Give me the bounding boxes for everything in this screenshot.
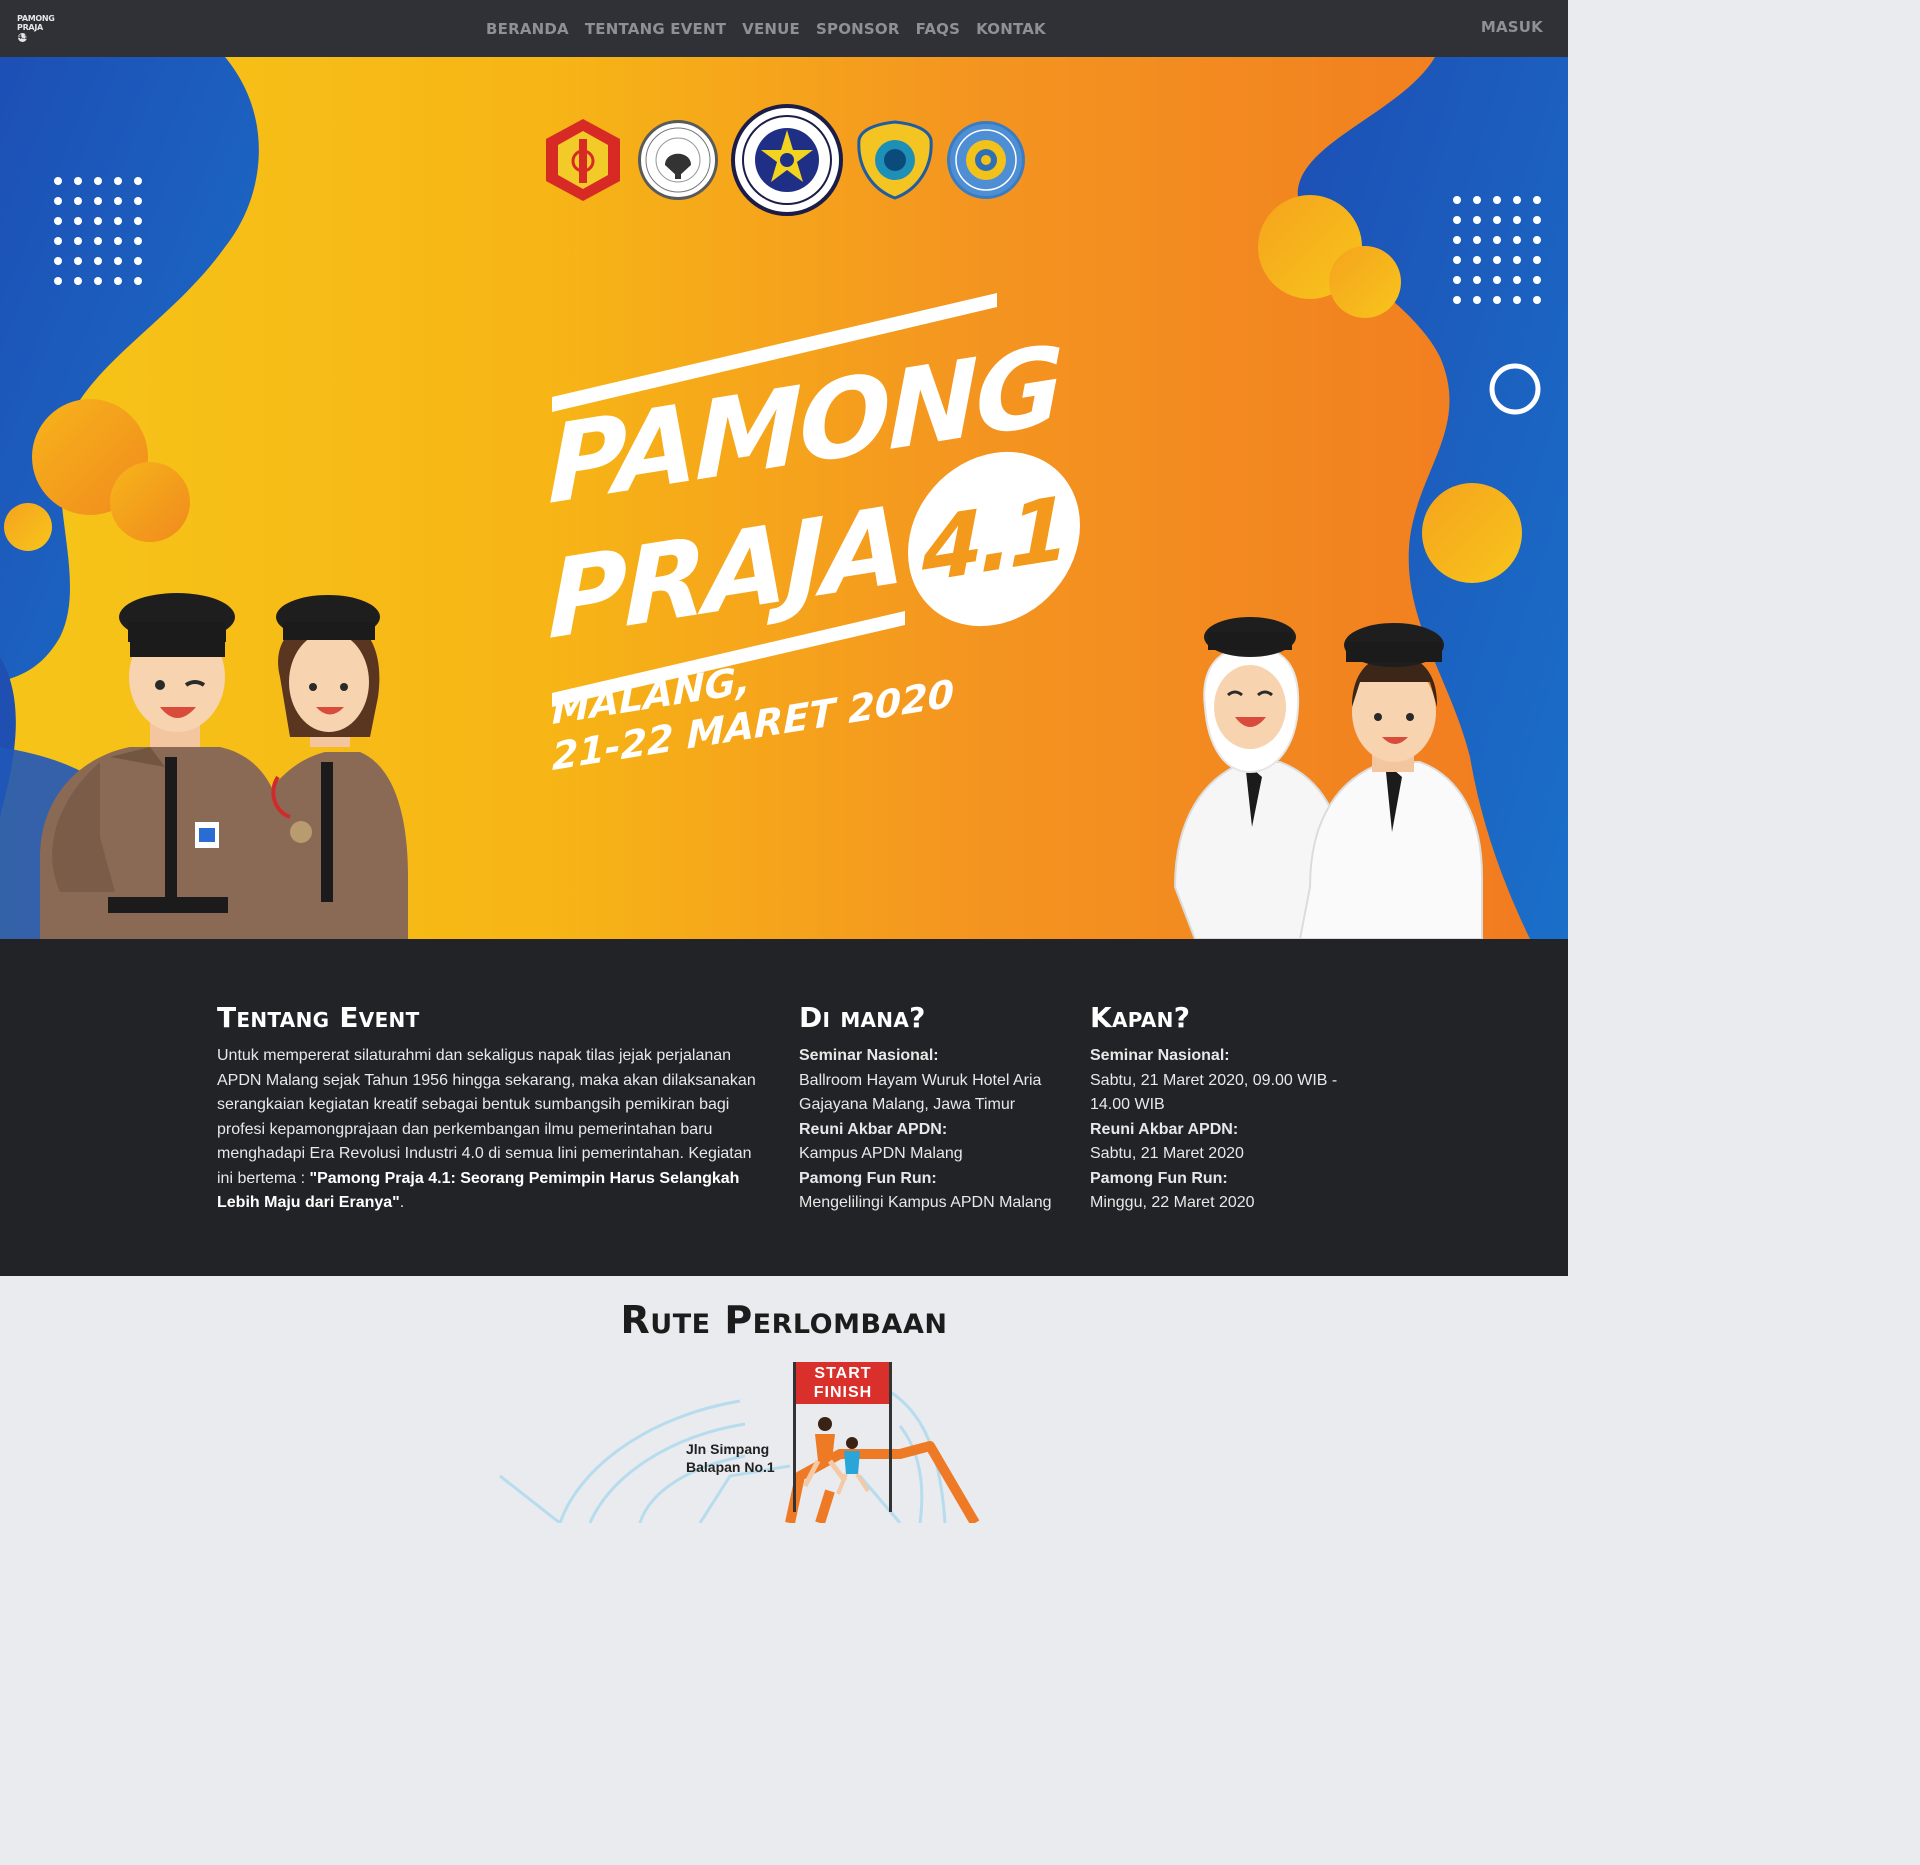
ipdn-seal-icon [947,121,1025,199]
about-body: Untuk mempererat silaturahmi dan sekalig… [217,1047,756,1187]
when-column: Kapan? Seminar Nasional: Sabtu, 21 Maret… [1090,1001,1350,1216]
nav-link-tentang-event[interactable]: Tentang Event [585,20,726,38]
when-heading: Kapan? [1090,1001,1191,1034]
about-text: Untuk mempererat silaturahmi dan sekalig… [217,1044,762,1216]
start-finish-flag: START FINISH [797,1364,889,1402]
where-label-funrun: Pamong Fun Run: [799,1169,937,1187]
version-number: 4.1 [922,476,1066,602]
flag-start-label: START [814,1365,872,1382]
logo-badge: 4.1 [18,33,28,42]
route-section: Rute Perlombaan START FINISH Jln Simpang… [0,1276,1568,1523]
route-heading: Rute Perlombaan [620,1298,948,1342]
street-label: Jln Simpang Balapan No.1 [686,1440,796,1476]
when-value-funrun: Minggu, 22 Maret 2020 [1090,1194,1255,1211]
site-logo[interactable]: PAMONG PRAJA4.1 [17,14,55,42]
partner-logos [540,104,1025,216]
when-label-reuni: Reuni Akbar APDN: [1090,1120,1239,1138]
shield-emblem-icon [855,120,935,200]
where-value-seminar: Ballroom Hayam Wuruk Hotel Aria Gajayana… [799,1071,1042,1114]
nav-link-sponsor[interactable]: Sponsor [816,20,900,38]
event-title: PAMONG PRAJA 4.1 MALANG, 21-22 MARET 202… [548,293,1088,813]
where-value-reuni: Kampus APDN Malang [799,1145,963,1162]
police-emblem-icon [540,117,626,203]
flag-finish-label: FINISH [813,1384,873,1401]
login-link[interactable]: Masuk [1481,18,1543,36]
event-info-section: Tentang Event Untuk mempererat silaturah… [0,939,1568,1276]
nav-link-kontak[interactable]: Kontak [976,20,1046,38]
hero-banner: PAMONG PRAJA 4.1 MALANG, 21-22 MARET 202… [0,57,1568,939]
when-value-reuni: Sabtu, 21 Maret 2020 [1090,1145,1244,1162]
version-badge: 4.1 [908,439,1080,639]
nav-links: Beranda Tentang Event Venue Sponsor FAQs… [486,0,1046,57]
where-column: Di mana? Seminar Nasional: Ballroom Haya… [799,1001,1069,1216]
when-value-seminar: Sabtu, 21 Maret 2020, 09.00 WIB - 14.00 … [1090,1071,1338,1114]
when-label-seminar: Seminar Nasional: [1090,1047,1230,1064]
where-heading: Di mana? [799,1001,926,1034]
officer-female-left [250,595,408,939]
about-column: Tentang Event Untuk mempererat silaturah… [217,1001,762,1216]
street-label-line2: Balapan No.1 [686,1459,775,1475]
nav-link-beranda[interactable]: Beranda [486,20,569,38]
nav-link-faqs[interactable]: FAQs [916,20,961,38]
street-label-line1: Jln Simpang [686,1441,770,1457]
about-heading: Tentang Event [217,1001,420,1034]
where-value-funrun: Mengelilingi Kampus APDN Malang [799,1194,1052,1211]
when-label-funrun: Pamong Fun Run: [1090,1169,1228,1187]
where-label-reuni: Reuni Akbar APDN: [799,1120,948,1138]
departemen-dalam-negeri-seal-icon [638,120,719,200]
where-label-seminar: Seminar Nasional: [799,1047,939,1064]
about-end: . [399,1194,405,1211]
nav-link-venue[interactable]: Venue [742,20,800,38]
logo-line2: PRAJA [17,23,43,32]
ikaptk-seal-icon [730,104,843,216]
logo-line1: PAMONG [17,14,55,23]
officer-male-left [40,593,285,939]
navbar: PAMONG PRAJA4.1 Beranda Tentang Event Ve… [0,0,1568,57]
